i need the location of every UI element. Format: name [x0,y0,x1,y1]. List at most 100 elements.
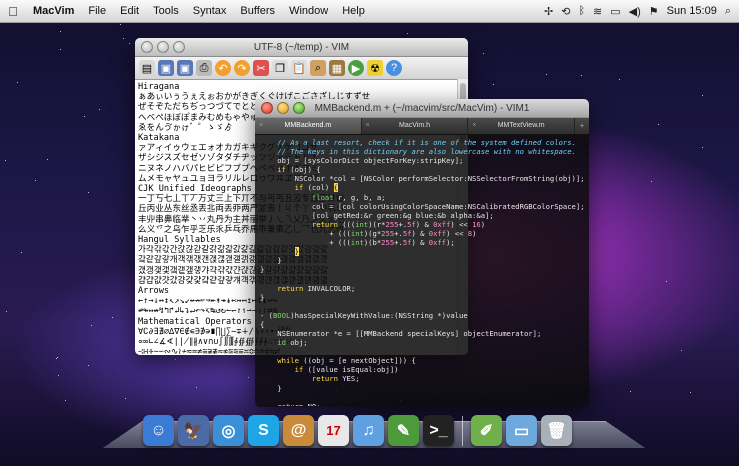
cut-icon[interactable]: ✂ [253,60,269,76]
star [6,311,7,312]
dock-separator [462,416,463,446]
print-icon[interactable]: ⎙ [196,60,212,76]
undo-icon[interactable]: ↶ [215,60,231,76]
minimize-button[interactable] [157,41,169,53]
star [123,38,124,39]
star [690,392,691,393]
zoom-button[interactable] [293,102,305,114]
front-titlebar[interactable]: MMBackend.m + (~/macvim/src/MacVim) - VI… [255,99,589,118]
copy-icon[interactable]: ❐ [272,60,288,76]
star [47,159,48,160]
star [112,317,113,318]
apple-menu-icon[interactable]:  [0,4,26,19]
star [702,95,703,96]
star [630,391,631,392]
close-tab-icon[interactable]: × [472,118,476,134]
input-flag-icon[interactable]: ⚑ [649,5,659,18]
zoom-button[interactable] [173,41,185,53]
code-line: NSEnumerator *e = [[MMBackend specialKey… [260,328,542,338]
make-icon[interactable]: ☢ [367,60,383,76]
menu-file[interactable]: File [81,5,113,17]
find-icon[interactable]: ⌕ [310,60,326,76]
bluetooth-icon[interactable]: ᛒ [578,5,585,17]
code-line: if (col) { [260,183,338,193]
code-line: // As a last resort, check if it is one … [260,138,576,147]
utf8-line: Hiragana [138,82,180,92]
add-tab-icon[interactable]: + [575,123,589,130]
safari-icon[interactable]: ◎ [213,415,244,446]
trash-icon[interactable]: 🗑 [541,415,572,446]
load-session-icon[interactable]: ▦ [329,60,345,76]
address-book-icon[interactable]: @ [283,415,314,446]
close-button[interactable] [141,41,153,53]
save-icon[interactable]: ▣ [158,60,174,76]
redo-icon[interactable]: ↷ [234,60,250,76]
star [407,33,408,34]
star [56,358,57,359]
back-titlebar[interactable]: UTF-8 (~/temp) - VIM [135,38,468,57]
desktop:  MacVim File Edit Tools Syntax Buffers … [0,0,739,466]
star [17,82,18,83]
star [581,75,582,76]
help-icon[interactable]: ? [386,60,402,76]
menu-extras: ✢ ⟲ ᛒ ≋ ▭ ◀) ⚑ Sun 15:09 ⌕ [544,5,739,18]
paste-icon[interactable]: 📋 [291,60,307,76]
star [88,192,89,193]
volume-icon[interactable]: ◀) [629,5,641,18]
close-tab-icon[interactable]: × [366,118,370,134]
code-line: // The keys in this dictionary are also … [260,147,576,157]
vim-toolbar: ▤ ▣ ▣ ⎙ ↶ ↷ ✂ ❐ 📋 ⌕ ▦ ▶ ☢ ? [135,57,468,80]
tab-macvim-h[interactable]: × MacVim.h [362,118,469,134]
star [546,74,547,75]
tab-mmbackend[interactable]: × MMBackend.m [255,118,362,134]
terminal-icon[interactable]: >_ [423,415,454,446]
ical-icon[interactable]: 17 [318,415,349,446]
textedit-icon[interactable]: ✐ [471,415,502,446]
star [91,325,92,326]
menu-bar:  MacVim File Edit Tools Syntax Buffers … [0,0,739,23]
menu-window[interactable]: Window [282,5,335,17]
wifi-icon[interactable]: ≋ [593,5,602,18]
star [35,180,36,181]
minimize-button[interactable] [277,102,289,114]
menu-help[interactable]: Help [335,5,372,17]
star [175,359,176,360]
scripts-icon[interactable]: ✢ [544,5,553,18]
close-button[interactable] [261,102,273,114]
star [5,160,6,161]
open-icon[interactable]: ▤ [139,60,155,76]
tab-mmtextview[interactable]: × MMTextView.m [468,118,576,134]
star [619,79,620,80]
star [651,181,652,182]
save-all-icon[interactable]: ▣ [177,60,193,76]
preview-icon[interactable]: 🦅 [178,415,209,446]
code-line: if ([value isEqual:obj]) [260,365,399,375]
star [129,43,130,44]
itunes-icon[interactable]: ♫ [353,415,384,446]
battery-icon[interactable]: ▭ [610,5,620,18]
code-line: float r, g, b, a; [260,192,386,202]
code-buffer[interactable]: // As a last resort, check if it is one … [255,135,589,406]
menu-clock[interactable]: Sun 15:09 [667,5,717,17]
finder-icon[interactable]: ☺ [143,415,174,446]
app-menu[interactable]: MacVim [26,5,81,17]
close-tab-icon[interactable]: × [259,118,263,134]
code-line: NSColor *col = [NSColor performSelector:… [260,174,585,184]
menu-tools[interactable]: Tools [146,5,186,17]
menu-buffers[interactable]: Buffers [233,5,282,17]
menu-syntax[interactable]: Syntax [186,5,234,17]
code-line: } [260,256,282,266]
star [60,49,61,50]
menu-edit[interactable]: Edit [113,5,146,17]
skype-icon[interactable]: S [248,415,279,446]
folder-icon[interactable]: ▭ [506,415,537,446]
code-line: id obj; [260,338,308,348]
xcode-icon[interactable]: ✎ [388,415,419,446]
code-line: return NO; [260,402,584,406]
spotlight-icon[interactable]: ⌕ [725,5,731,18]
run-icon[interactable]: ▶ [348,60,364,76]
star [58,375,59,376]
time-machine-icon[interactable]: ⟲ [561,5,570,18]
star [702,147,703,148]
